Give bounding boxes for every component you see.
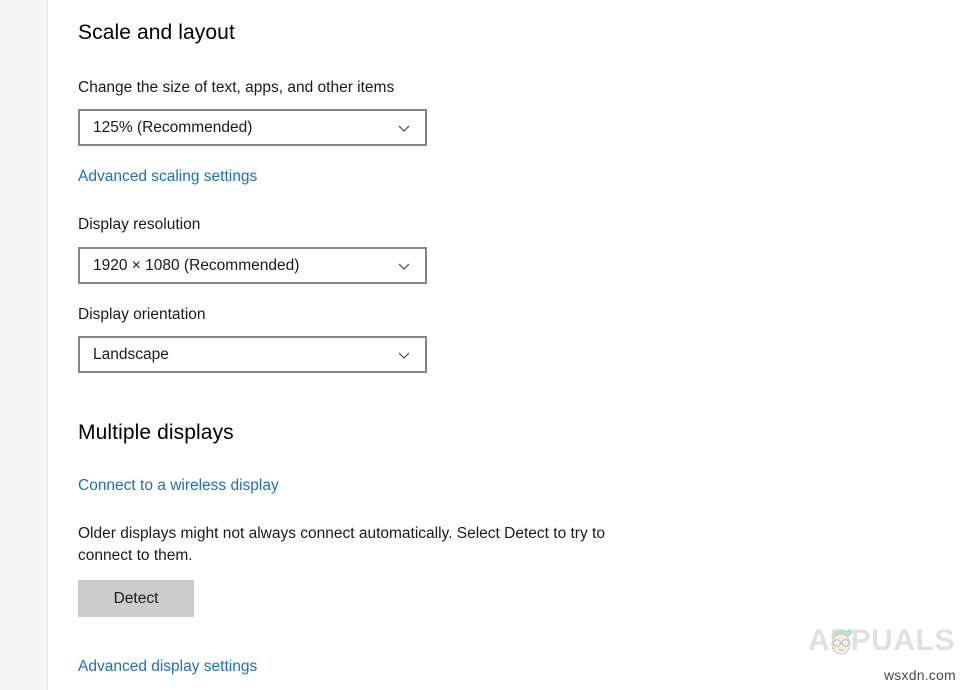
scale-size-label: Change the size of text, apps, and other… [78, 79, 395, 96]
connect-wireless-display-link[interactable]: Connect to a wireless display [78, 478, 279, 494]
multiple-displays-heading: Multiple displays [78, 421, 234, 444]
chevron-down-icon [397, 121, 411, 135]
scale-percentage-dropdown[interactable]: 125% (Recommended) [78, 109, 427, 146]
chevron-down-icon [397, 259, 411, 273]
advanced-scaling-settings-link[interactable]: Advanced scaling settings [78, 169, 257, 185]
display-resolution-dropdown[interactable]: 1920 × 1080 (Recommended) [78, 247, 427, 284]
chevron-down-icon [397, 348, 411, 362]
scale-and-layout-heading: Scale and layout [78, 21, 235, 44]
left-rail [0, 0, 48, 690]
display-orientation-label: Display orientation [78, 306, 206, 323]
multiple-displays-description: Older displays might not always connect … [78, 525, 605, 564]
display-resolution-value: 1920 × 1080 (Recommended) [93, 256, 300, 274]
advanced-display-settings-link[interactable]: Advanced display settings [78, 659, 257, 675]
scale-percentage-value: 125% (Recommended) [93, 118, 253, 136]
display-orientation-dropdown[interactable]: Landscape [78, 336, 427, 373]
display-orientation-value: Landscape [93, 345, 169, 363]
detect-button[interactable]: Detect [78, 580, 194, 617]
settings-content-pane: Scale and layout Change the size of text… [78, 0, 958, 690]
source-site-text: wsxdn.com [884, 667, 956, 683]
display-resolution-label: Display resolution [78, 216, 201, 233]
